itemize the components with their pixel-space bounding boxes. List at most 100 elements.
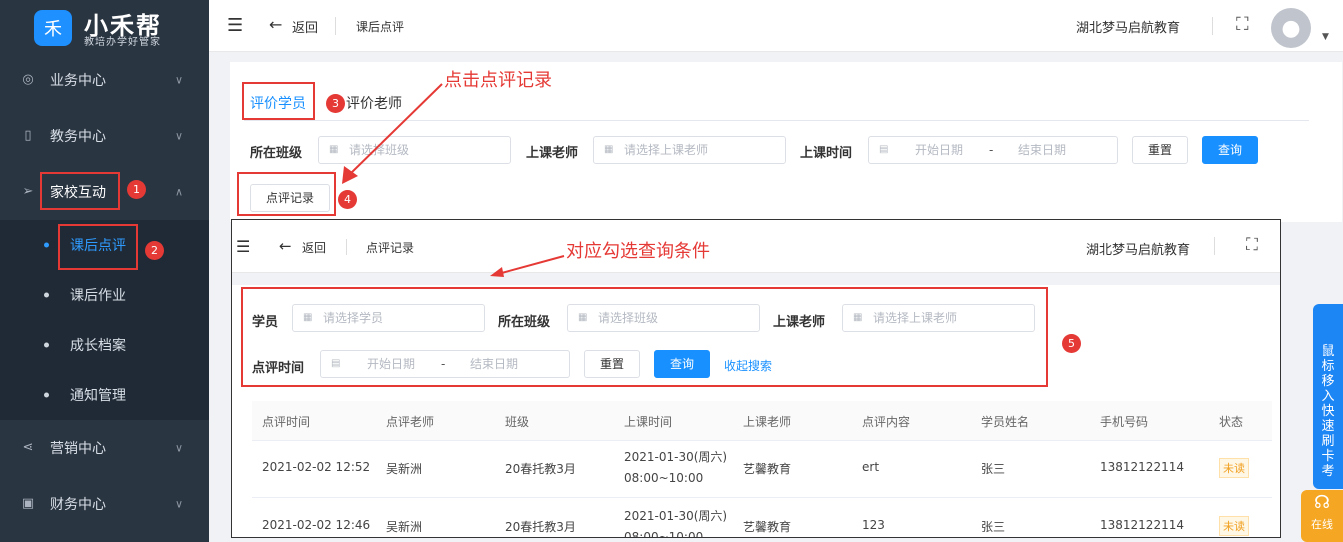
sidebar-item-business[interactable]: ◎ 业务中心 ∨ <box>0 52 209 108</box>
sidebar-item-finance[interactable]: ▣ 财务中心 ∨ <box>0 476 209 532</box>
class-label: 所在班级 <box>250 146 303 161</box>
user-circle-icon: ◎ <box>22 72 34 87</box>
embedded-screenshot: ☰ ← 返回 点评记录 湖北梦马启航教育 ⛶ 学员 ▦ 请选择学员 所在班级 ▦… <box>231 219 1281 538</box>
bullet-icon <box>44 242 49 248</box>
cell-class-slot: 08:00~10:00 <box>624 471 704 485</box>
sidebar-item-label: 教务中心 <box>50 129 106 145</box>
finance-icon: ▣ <box>21 496 35 511</box>
step-badge-4: 4 <box>338 190 357 209</box>
grid-icon: ▦ <box>604 144 614 155</box>
logo-icon: 禾 <box>34 10 72 46</box>
cell-content: 123 <box>862 518 885 532</box>
caret-down-icon[interactable]: ▼ <box>1322 32 1329 42</box>
teacher-label: 上课老师 <box>526 146 579 161</box>
divider <box>1212 17 1213 35</box>
sidebar: 禾 小禾帮 教培办学好管家 ◎ 业务中心 ∨ ▯ 教务中心 ∨ ➢ 家校互动 ∧… <box>0 0 209 542</box>
column-header: 点评内容 <box>862 415 911 429</box>
end-date-placeholder: 结束日期 <box>1018 143 1067 157</box>
back-arrow-icon[interactable]: ← <box>269 15 282 34</box>
sidebar-item-academic[interactable]: ▯ 教务中心 ∨ <box>0 108 209 164</box>
online-label: 在线 <box>1311 518 1333 531</box>
chevron-down-icon: ∨ <box>175 441 184 455</box>
chevron-down-icon: ∨ <box>175 129 184 143</box>
cell-class: 20春托教3月 <box>505 462 576 476</box>
submenu-item-growth-file[interactable]: 成长档案 <box>0 320 209 370</box>
submenu-item-homework[interactable]: 课后作业 <box>0 270 209 320</box>
send-icon: ➢ <box>22 184 34 199</box>
highlight-box-5 <box>241 287 1048 387</box>
reset-button[interactable]: 重置 <box>1132 136 1188 164</box>
avatar[interactable] <box>1280 230 1281 260</box>
start-date-placeholder: 开始日期 <box>915 143 964 157</box>
fullscreen-icon[interactable]: ⛶ <box>1236 14 1249 35</box>
step-badge-5: 5 <box>1062 334 1081 353</box>
back-link[interactable]: 返回 <box>302 239 326 256</box>
sidebar-item-label: 财务中心 <box>50 497 106 513</box>
cell-review-time: 2021-02-02 12:46 <box>262 518 371 532</box>
calendar-icon: ▤ <box>879 144 889 155</box>
cell-review-time: 2021-02-02 12:52 <box>262 460 371 474</box>
cell-phone: 13812122114 <box>1100 460 1184 474</box>
submenu-label: 成长档案 <box>70 338 126 354</box>
column-header: 状态 <box>1219 415 1244 429</box>
fullscreen-icon[interactable]: ⛶ <box>1246 235 1258 255</box>
sidebar-item-label: 营销中心 <box>50 441 106 457</box>
teacher-placeholder: 请选择上课老师 <box>624 143 709 157</box>
highlight-box-2 <box>58 224 138 270</box>
submenu-label: 通知管理 <box>70 388 126 404</box>
column-header: 班级 <box>505 415 530 429</box>
cell-class-date: 2021-01-30(周六) <box>624 509 728 523</box>
bullet-icon <box>44 342 49 348</box>
cell-class-slot: 08:00~10:00 <box>624 530 704 538</box>
column-header: 上课时间 <box>624 415 673 429</box>
annotation-select-conditions: 对应勾选查询条件 <box>566 241 710 262</box>
sidebar-item-marketing[interactable]: ⋖ 营销中心 ∨ <box>0 420 209 476</box>
search-button[interactable]: 查询 <box>1202 136 1258 164</box>
back-link[interactable]: 返回 <box>292 17 318 36</box>
highlight-box-1 <box>40 172 120 210</box>
column-header: 手机号码 <box>1100 415 1149 429</box>
cell-phone: 13812122114 <box>1100 518 1184 532</box>
avatar[interactable]: ● <box>1271 8 1311 48</box>
class-time-label: 上课时间 <box>800 146 853 161</box>
cell-reviewer: 吴新洲 <box>386 462 423 476</box>
headset-icon: ☊ <box>1314 492 1330 513</box>
quick-checkin-widget[interactable]: 鼠标移入快速刷卡考 <box>1313 304 1343 489</box>
org-name: 湖北梦马启航教育 <box>1086 243 1191 258</box>
column-header: 学员姓名 <box>981 415 1030 429</box>
date-range-picker[interactable]: ▤ 开始日期 - 结束日期 <box>868 136 1118 164</box>
cell-content: ert <box>862 460 880 474</box>
submenu-item-notice[interactable]: 通知管理 <box>0 370 209 420</box>
online-service-widget[interactable]: ☊ 在线 <box>1301 490 1343 542</box>
cell-reviewer: 吴新洲 <box>386 520 423 534</box>
chevron-down-icon: ∨ <box>175 497 184 511</box>
chevron-down-icon: ∨ <box>175 73 184 87</box>
book-icon: ▯ <box>24 128 32 143</box>
highlight-box-3 <box>242 82 315 120</box>
highlight-box-4 <box>237 172 336 216</box>
step-badge-2: 2 <box>145 241 164 260</box>
breadcrumb: 课后点评 <box>356 20 405 34</box>
menu-toggle-icon[interactable]: ☰ <box>227 15 243 36</box>
cell-teacher: 艺馨教育 <box>743 462 792 476</box>
column-header: 上课老师 <box>743 415 792 429</box>
submenu-label: 课后作业 <box>70 288 126 304</box>
menu-toggle-icon[interactable]: ☰ <box>236 237 250 256</box>
share-icon: ⋖ <box>22 440 34 455</box>
chevron-up-icon: ∧ <box>175 185 184 199</box>
brand-tagline: 教培办学好管家 <box>84 37 161 48</box>
quick-checkin-text: 鼠标移入快速刷卡考 <box>1321 344 1335 479</box>
date-separator: - <box>989 143 994 157</box>
brand-logo[interactable]: 禾 小禾帮 教培办学好管家 <box>0 0 209 52</box>
divider <box>346 239 347 255</box>
teacher-select[interactable]: ▦ 请选择上课老师 <box>593 136 786 164</box>
back-arrow-icon[interactable]: ← <box>279 237 292 255</box>
breadcrumb: 点评记录 <box>366 241 415 255</box>
divider <box>1214 237 1215 255</box>
cell-teacher: 艺馨教育 <box>743 520 792 534</box>
bullet-icon <box>44 392 49 398</box>
cell-class-date: 2021-01-30(周六) <box>624 450 728 464</box>
cell-student: 张三 <box>981 462 1006 476</box>
status-badge: 未读 <box>1219 516 1249 536</box>
content-gap <box>232 273 1280 285</box>
